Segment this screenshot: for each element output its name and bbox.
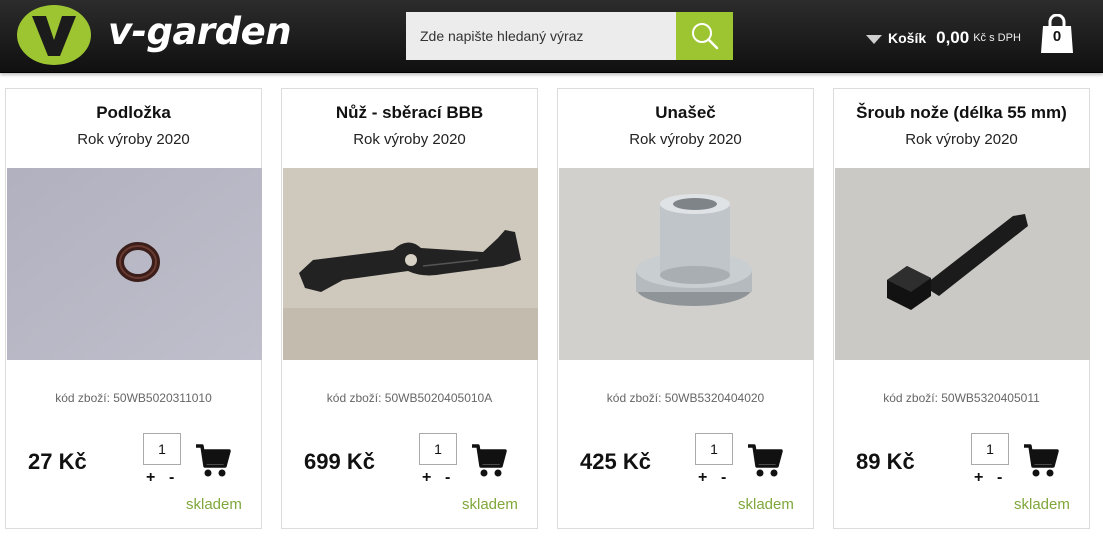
search-button[interactable] — [676, 12, 733, 60]
product-year: Rok výroby 2020 — [77, 131, 190, 148]
product-card: Šroub nože (délka 55 mm) Rok výroby 2020… — [833, 88, 1090, 529]
quantity-input[interactable] — [695, 433, 733, 465]
quantity-plus-button[interactable]: + — [974, 469, 983, 487]
product-code: kód zboží: 50WB5020405010A — [326, 391, 493, 405]
product-price: 27 Kč — [28, 449, 87, 474]
quantity-plus-button[interactable]: + — [422, 469, 431, 487]
quantity-input[interactable] — [971, 433, 1009, 465]
cart-count: 0 — [1052, 28, 1062, 45]
quantity-minus-button[interactable]: - — [721, 469, 726, 487]
quantity-minus-button[interactable]: - — [997, 469, 1002, 487]
v-garden-logo-icon[interactable] — [16, 4, 92, 66]
caret-down-icon — [866, 35, 882, 44]
brand-name[interactable]: v-garden — [108, 10, 292, 54]
product-title[interactable]: Unašeč — [558, 103, 813, 123]
product-image[interactable] — [7, 168, 262, 360]
add-to-cart-button[interactable] — [195, 442, 231, 478]
cart-bag-button[interactable]: 0 — [1040, 13, 1074, 54]
stock-status: skladem — [1014, 496, 1070, 513]
quantity-minus-button[interactable]: - — [445, 469, 450, 487]
product-price: 425 Kč — [580, 449, 651, 474]
quantity-plus-button[interactable]: + — [698, 469, 707, 487]
site-header: v-garden Košík 0,00 Kč s DPH 0 — [0, 0, 1103, 73]
product-card: Unašeč Rok výroby 2020 kód zboží: 50WB53… — [557, 88, 814, 529]
shopping-cart-icon — [1024, 444, 1059, 477]
add-to-cart-button[interactable] — [471, 442, 507, 478]
cart-summary[interactable]: Košík 0,00 Kč s DPH — [866, 18, 1021, 58]
stock-status: skladem — [738, 496, 794, 513]
cart-currency: Kč s DPH — [973, 32, 1021, 44]
quantity-input[interactable] — [143, 433, 181, 465]
shopping-cart-icon — [748, 444, 783, 477]
add-to-cart-button[interactable] — [1023, 442, 1059, 478]
shopping-cart-icon — [472, 444, 507, 477]
product-code: kód zboží: 50WB5020311010 — [55, 391, 212, 405]
cart-amount: 0,00 — [936, 28, 970, 47]
product-price: 699 Kč — [304, 449, 375, 474]
product-title[interactable]: Šroub nože (délka 55 mm) — [834, 103, 1089, 123]
product-title[interactable]: Nůž - sběrací BBB — [282, 103, 537, 123]
product-code: kód zboží: 50WB5320405011 — [883, 391, 1040, 405]
quantity-minus-button[interactable]: - — [169, 469, 174, 487]
search-input[interactable] — [406, 12, 676, 60]
shopping-cart-icon — [196, 444, 231, 477]
product-year: Rok výroby 2020 — [629, 131, 742, 148]
stock-status: skladem — [186, 496, 242, 513]
product-year: Rok výroby 2020 — [905, 131, 1018, 148]
product-year: Rok výroby 2020 — [353, 131, 466, 148]
product-image[interactable] — [283, 168, 538, 360]
product-price: 89 Kč — [856, 449, 915, 474]
product-code: kód zboží: 50WB5320404020 — [606, 391, 765, 405]
search-icon — [691, 23, 718, 50]
product-image[interactable] — [559, 168, 814, 360]
search-bar — [406, 12, 733, 60]
quantity-input[interactable] — [419, 433, 457, 465]
product-title[interactable]: Podložka — [6, 103, 261, 123]
add-to-cart-button[interactable] — [747, 442, 783, 478]
product-card: Podložka Rok výroby 2020 kód zboží: 50WB… — [5, 88, 262, 529]
stock-status: skladem — [462, 496, 518, 513]
quantity-plus-button[interactable]: + — [146, 469, 155, 487]
product-card: Nůž - sběrací BBB Rok výroby 2020 kód zb… — [281, 88, 538, 529]
product-image[interactable] — [835, 168, 1090, 360]
cart-label: Košík — [888, 30, 927, 46]
